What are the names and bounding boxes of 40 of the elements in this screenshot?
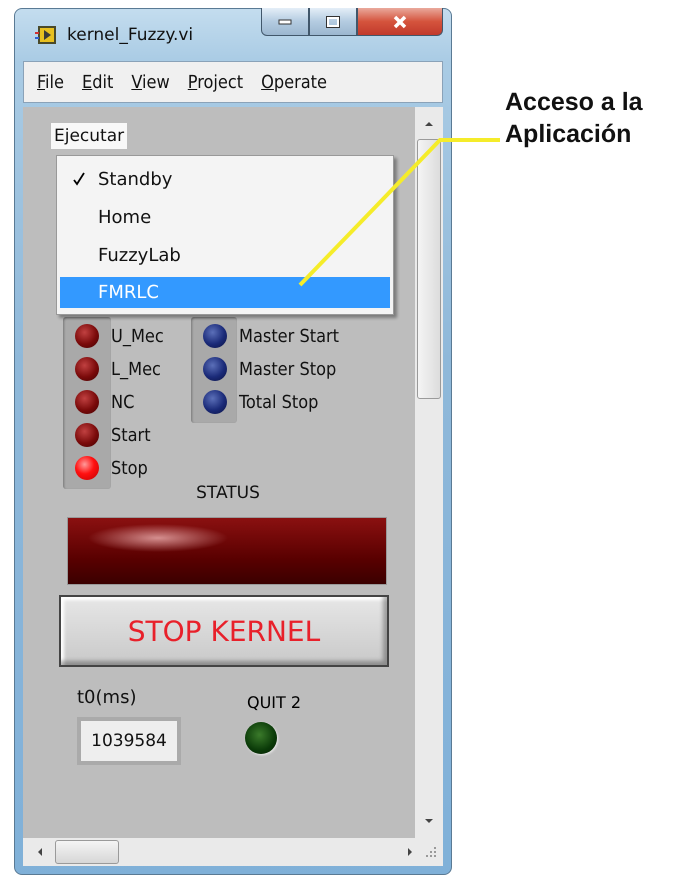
scroll-thumb[interactable] bbox=[417, 139, 441, 399]
led-label: Start bbox=[111, 424, 151, 446]
menu-item[interactable]: Project bbox=[178, 72, 252, 92]
close-icon bbox=[392, 14, 408, 28]
led-label: Stop bbox=[111, 458, 148, 478]
scroll-thumb[interactable] bbox=[55, 840, 119, 864]
led-label: QUIT 2 bbox=[247, 693, 302, 712]
vertical-scrollbar[interactable] bbox=[415, 107, 443, 838]
scroll-right-icon[interactable] bbox=[407, 847, 413, 857]
checkmark-icon bbox=[73, 172, 85, 186]
menu-item[interactable]: Edit bbox=[72, 72, 122, 92]
menu-item[interactable]: View bbox=[122, 72, 179, 92]
close-button[interactable] bbox=[357, 8, 443, 36]
led-label: Master Stop bbox=[239, 358, 336, 380]
window-title: kernel_Fuzzy.vi bbox=[67, 25, 194, 45]
scroll-up-icon[interactable] bbox=[424, 121, 434, 127]
dropdown-item[interactable]: Standby bbox=[60, 160, 390, 198]
led-label: Master Start bbox=[239, 326, 339, 346]
maximize-button[interactable] bbox=[309, 8, 357, 36]
scroll-left-icon[interactable] bbox=[37, 847, 43, 857]
menu-item[interactable]: Operate bbox=[252, 72, 336, 92]
led-label: NC bbox=[111, 392, 134, 412]
menu-item[interactable]: File bbox=[28, 72, 73, 92]
horizontal-scrollbar[interactable] bbox=[23, 838, 443, 866]
led-label: U_Mec bbox=[111, 326, 164, 346]
minimize-button[interactable] bbox=[261, 8, 309, 36]
dropdown-item[interactable]: Home bbox=[60, 198, 390, 236]
led-label: L_Mec bbox=[111, 358, 161, 380]
dropdown-control[interactable]: Ejecutar bbox=[51, 123, 128, 149]
minimize-icon bbox=[278, 18, 292, 24]
instrument-icon bbox=[35, 25, 59, 45]
maximize-icon bbox=[326, 16, 340, 28]
numeric-field[interactable]: 1039584 bbox=[77, 717, 181, 765]
scroll-down-icon[interactable] bbox=[424, 818, 434, 824]
resize-grip-icon[interactable] bbox=[425, 846, 437, 858]
dropdown-item[interactable]: FuzzyLab bbox=[60, 236, 390, 274]
led-label: Total Stop bbox=[239, 392, 318, 412]
annotation-text: Acceso a la Aplicación bbox=[505, 87, 643, 150]
status-label: STATUS bbox=[195, 483, 261, 503]
numeric-label: t0(ms) bbox=[77, 687, 136, 708]
